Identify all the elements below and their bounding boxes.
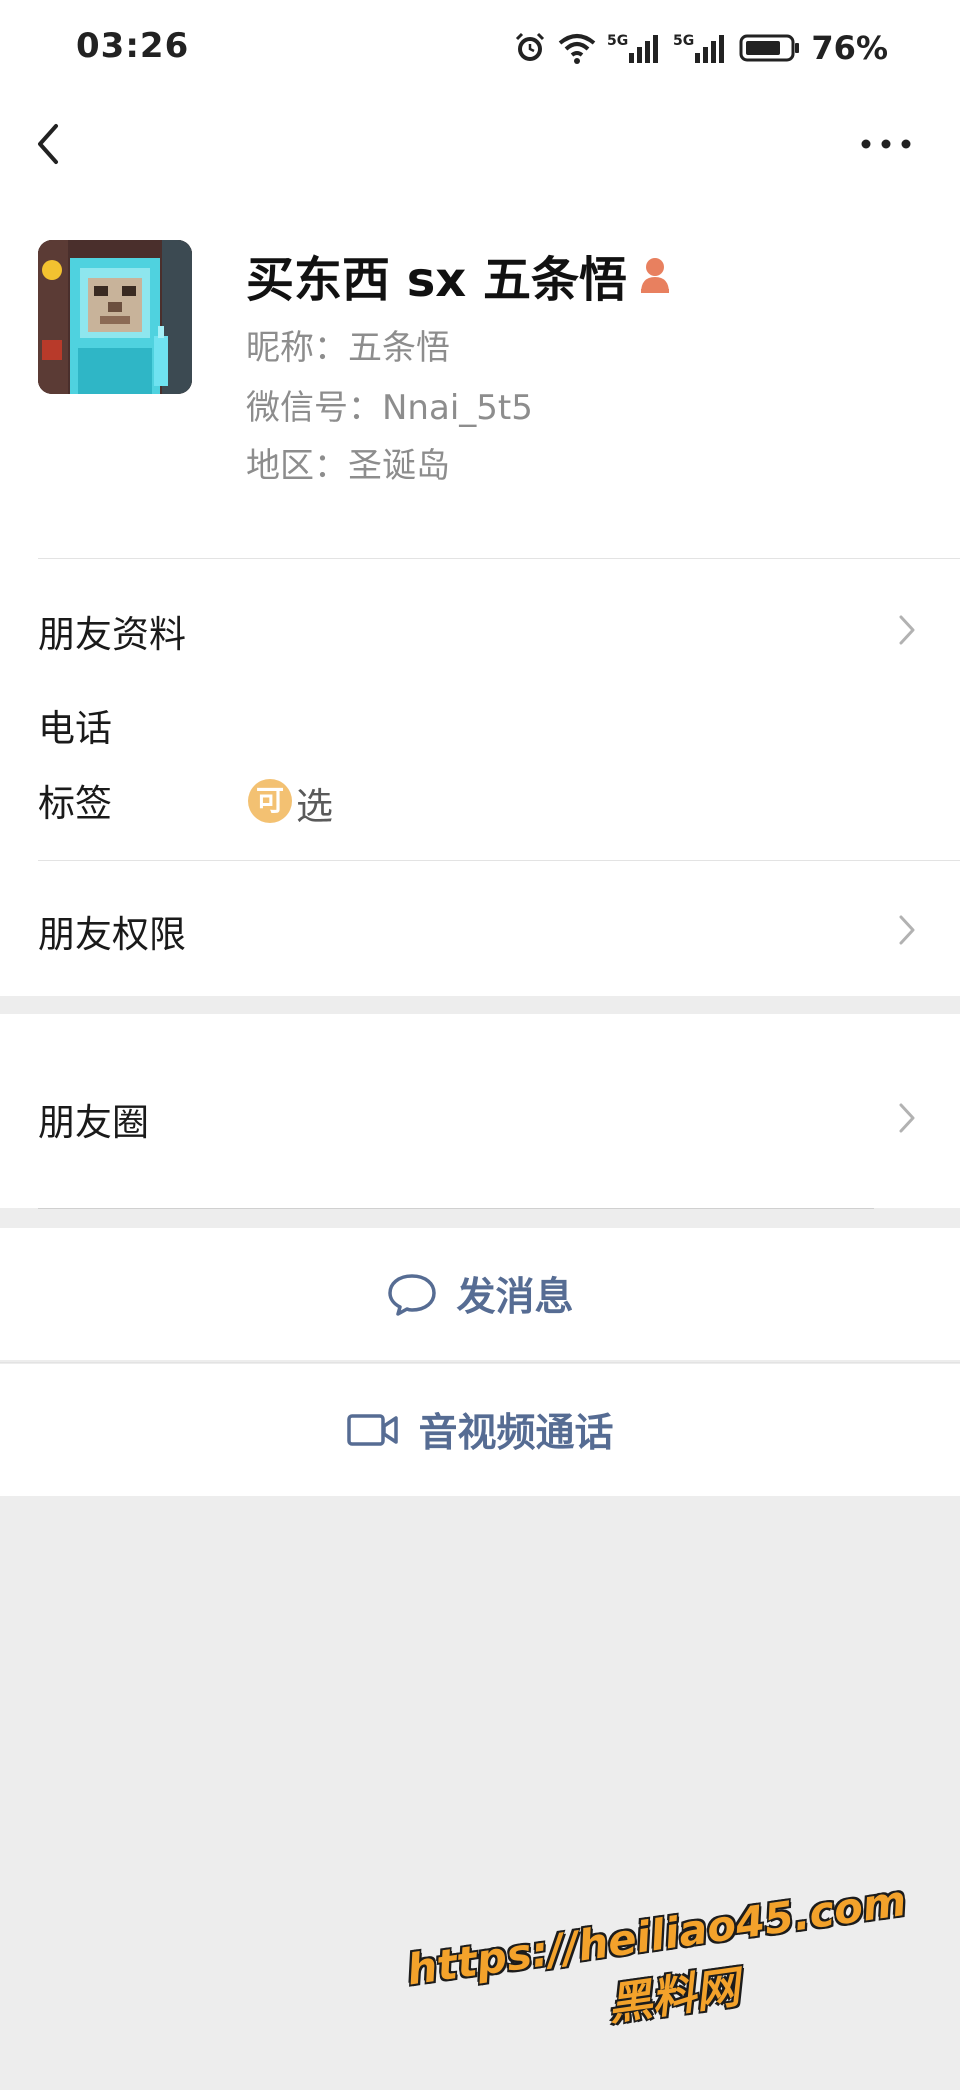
video-camera-icon [347,1414,399,1446]
nickname: 昵称：五条悟 [246,328,450,368]
gender-icon [640,258,669,293]
divider [38,1208,874,1209]
phone-label: 电话 [38,707,112,750]
chevron-right-icon [899,915,915,945]
battery-percent: 76% [811,29,888,67]
chevron-right-icon [899,1103,915,1133]
divider [38,558,960,559]
signal-icon: 5G [673,33,725,63]
friend-permissions-label: 朋友权限 [38,913,186,956]
profile-name: 买东西 sx 五条悟 [246,252,627,308]
divider [0,1362,960,1363]
battery-icon [739,34,800,62]
moments-row[interactable]: 朋友圈 [0,1014,960,1210]
svg-text:5G: 5G [607,33,628,49]
region: 地区：圣诞岛 [246,446,450,486]
chevron-right-icon [899,615,915,645]
tag-option-icon[interactable]: 可 [248,779,292,823]
divider [38,860,960,861]
alarm-icon [516,32,545,61]
section-gap [0,996,960,1014]
moments-label: 朋友圈 [38,1101,149,1144]
friend-info-row[interactable]: 朋友资料 [0,580,960,680]
tag-option-text[interactable]: 选 [296,776,333,830]
friend-info-label: 朋友资料 [38,613,186,656]
back-arrow-icon[interactable] [28,116,68,172]
video-call-button[interactable]: 音视频通话 [0,1364,960,1496]
status-time: 03:26 [76,26,190,66]
signal-icon: 5G [607,33,659,63]
watermark: https://heiliao45.com 黑料网 [404,1876,918,2060]
wechat-id: 微信号：Nnai_5t5 [246,388,533,428]
video-call-label: 音视频通话 [418,1411,614,1456]
svg-text:5G: 5G [673,33,694,49]
more-icon[interactable] [856,124,916,164]
wifi-icon [559,34,596,64]
chat-bubble-icon [388,1274,437,1316]
avatar[interactable] [38,240,192,394]
friend-permissions-row[interactable]: 朋友权限 [0,880,960,980]
tags-label: 标签 [38,782,112,825]
profile-name-row: 买东西 sx 五条悟 [246,240,673,310]
send-message-label: 发消息 [456,1275,574,1320]
send-message-button[interactable]: 发消息 [0,1228,960,1360]
section-gap [0,1209,960,1227]
status-icons: 5G 5G 76% [513,26,888,70]
